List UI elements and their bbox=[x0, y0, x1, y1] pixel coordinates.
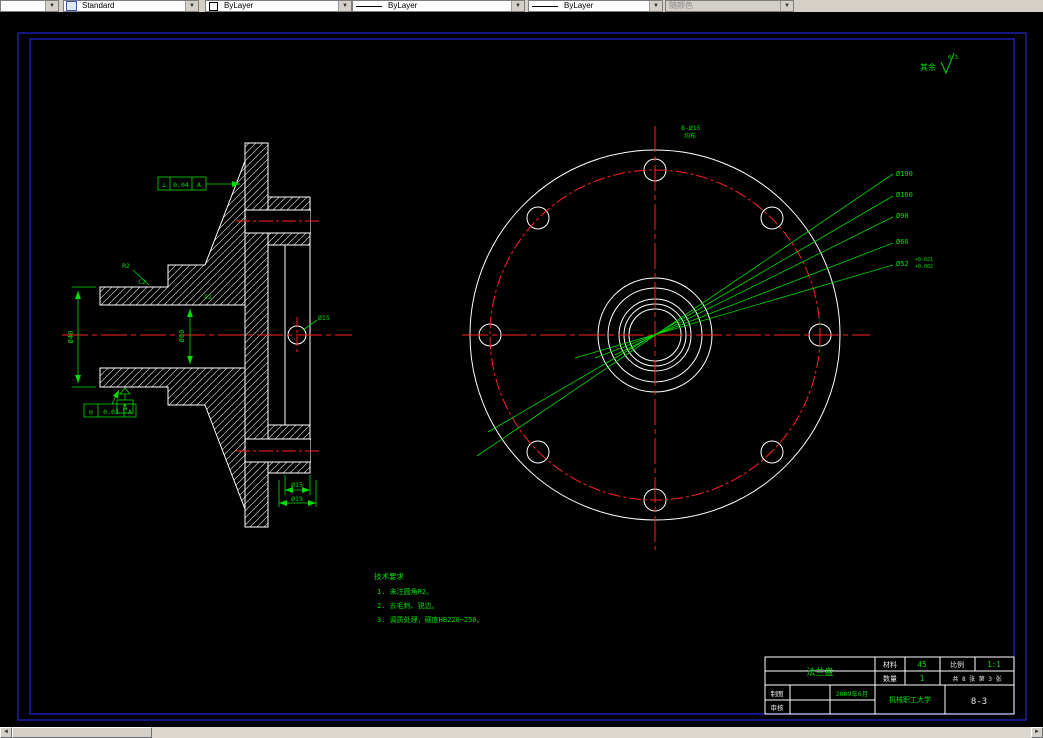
conc-datum-ref: A bbox=[128, 408, 132, 416]
scale-value: 1:1 bbox=[987, 660, 1001, 669]
roughness-prefix: 其余 bbox=[920, 62, 936, 72]
chevron-down-icon[interactable]: ▼ bbox=[338, 1, 351, 11]
linetype-sample-icon bbox=[356, 5, 382, 7]
draft-label: 制图 bbox=[771, 689, 784, 698]
centerlines-front[interactable] bbox=[462, 126, 870, 550]
dim-d160: Ø160 bbox=[896, 191, 913, 199]
organization: 机械职工大学 bbox=[889, 695, 931, 704]
dim-c2-a: C2 bbox=[138, 278, 146, 286]
linetype-combo[interactable]: ByLayer ▼ bbox=[352, 0, 525, 12]
conc-symbol: ◎ bbox=[89, 408, 94, 416]
material-label: 材料 bbox=[883, 660, 897, 669]
style-combo[interactable]: Standard ▼ bbox=[63, 0, 199, 12]
horizontal-scrollbar[interactable]: ◄ ► bbox=[0, 727, 1043, 738]
layer-combo[interactable]: ▼ bbox=[0, 0, 59, 12]
dim-d66: Ø66 bbox=[896, 238, 909, 246]
properties-toolbar: ▼ Standard ▼ ByLayer ▼ ByLayer ▼ ByLayer… bbox=[0, 0, 1043, 12]
datum-label: A bbox=[123, 403, 128, 412]
perp-symbol: ⊥ bbox=[162, 181, 166, 189]
sheets-label: 共 8 张 第 3 张 bbox=[952, 675, 1001, 683]
perp-datum-ref: A bbox=[197, 181, 201, 189]
scale-label: 比例 bbox=[950, 660, 964, 669]
lineweight-combo[interactable]: ByLayer ▼ bbox=[528, 0, 663, 12]
chevron-down-icon[interactable]: ▼ bbox=[511, 1, 524, 11]
bolt-hole-callout-2: 均布 bbox=[684, 132, 696, 140]
title-block[interactable]: 材料 比例 数量 共 8 张 第 3 张 制图 审核 8-3 法兰盘 45 1:… bbox=[764, 656, 1015, 715]
material-value: 45 bbox=[917, 660, 926, 669]
scroll-right-button[interactable]: ► bbox=[1031, 727, 1043, 738]
notes-line-1: 1. 未注圆角R2。 bbox=[377, 587, 433, 596]
lineweight-combo-value: ByLayer bbox=[564, 1, 594, 10]
notes-line-3: 3. 调质处理，硬度HB220~250。 bbox=[377, 615, 484, 624]
dim-d90: Ø90 bbox=[896, 212, 909, 220]
front-view[interactable]: Ø190 Ø160 Ø90 Ø66 Ø52 +0.021 +0.002 8-Ø1… bbox=[462, 124, 933, 550]
linetype-combo-value: ByLayer bbox=[388, 1, 418, 10]
dim-d15-boss: Ø15 bbox=[291, 481, 303, 489]
hub-lower-section[interactable] bbox=[99, 367, 246, 510]
dim-d52-upper-tol: +0.021 bbox=[915, 257, 933, 263]
color-swatch-icon bbox=[209, 1, 218, 11]
chevron-down-icon[interactable]: ▼ bbox=[45, 1, 58, 11]
color-combo-value: ByLayer bbox=[224, 1, 254, 10]
qty-label: 数量 bbox=[883, 674, 897, 683]
tolerance-frame-perpendicularity[interactable]: ⊥ 0.04 A bbox=[157, 176, 240, 191]
lineweight-sample-icon bbox=[532, 5, 558, 7]
chevron-down-icon[interactable]: ▼ bbox=[649, 1, 662, 11]
scroll-right-icon: ► bbox=[1034, 729, 1040, 735]
notes-line-2: 2. 去毛刺、锐边。 bbox=[377, 601, 439, 610]
dim-d52-lower-tol: +0.002 bbox=[915, 264, 933, 270]
notes-title: 技术要求 bbox=[374, 571, 404, 581]
perp-value: 0.04 bbox=[173, 181, 189, 189]
plotstyle-combo-value: 随颜色 bbox=[669, 1, 693, 10]
section-view[interactable]: Ø40 Ø60 R2 C2 C2 Ø15 Ø15 Ø19 ⊥ 0.04 A ◎ … bbox=[62, 142, 352, 528]
qty-value: 1 bbox=[920, 674, 925, 683]
check-label: 审核 bbox=[771, 703, 785, 712]
roughness-value: 6.3 bbox=[948, 55, 958, 61]
color-combo[interactable]: ByLayer ▼ bbox=[205, 0, 352, 12]
scroll-left-button[interactable]: ◄ bbox=[0, 727, 12, 738]
centerlines-section[interactable] bbox=[62, 220, 352, 452]
part-name: 法兰盘 bbox=[806, 666, 833, 678]
dim-r2: R2 bbox=[122, 262, 130, 270]
chevron-down-icon: ▼ bbox=[780, 1, 793, 11]
cad-drawing[interactable]: Ø190 Ø160 Ø90 Ø66 Ø52 +0.021 +0.002 8-Ø1… bbox=[0, 0, 1043, 738]
dim-d60: Ø60 bbox=[178, 330, 186, 343]
scrollbar-thumb[interactable] bbox=[12, 727, 152, 738]
surface-roughness-note[interactable]: 其余 6.3 bbox=[920, 52, 958, 75]
dim-d52: Ø52 bbox=[896, 260, 909, 268]
style-combo-value: Standard bbox=[82, 1, 115, 10]
text-style-icon bbox=[66, 1, 77, 11]
drawing-canvas[interactable]: Ø190 Ø160 Ø90 Ø66 Ø52 +0.021 +0.002 8-Ø1… bbox=[0, 12, 1043, 727]
bolt-hole-callout: 8-Ø15 bbox=[681, 124, 701, 132]
conc-value: 0.02 bbox=[103, 408, 119, 416]
chevron-down-icon[interactable]: ▼ bbox=[185, 1, 198, 11]
dim-d15-hole: Ø15 bbox=[318, 314, 330, 322]
cad-application-window: ▼ Standard ▼ ByLayer ▼ ByLayer ▼ ByLayer… bbox=[0, 0, 1043, 738]
diameter-leaders[interactable] bbox=[476, 173, 894, 457]
drawing-number: 8-3 bbox=[971, 697, 987, 707]
dim-d190: Ø190 bbox=[896, 170, 913, 178]
date-value: 2009年6月 bbox=[836, 689, 869, 698]
dim-d40: Ø40 bbox=[67, 331, 75, 344]
plotstyle-combo: 随颜色 ▼ bbox=[665, 0, 794, 12]
scroll-left-icon: ◄ bbox=[3, 729, 9, 735]
dim-d19-boss: Ø19 bbox=[291, 495, 303, 503]
technical-notes[interactable]: 技术要求 1. 未注圆角R2。 2. 去毛刺、锐边。 3. 调质处理，硬度HB2… bbox=[374, 571, 484, 624]
dim-c2-b: C2 bbox=[204, 293, 212, 301]
